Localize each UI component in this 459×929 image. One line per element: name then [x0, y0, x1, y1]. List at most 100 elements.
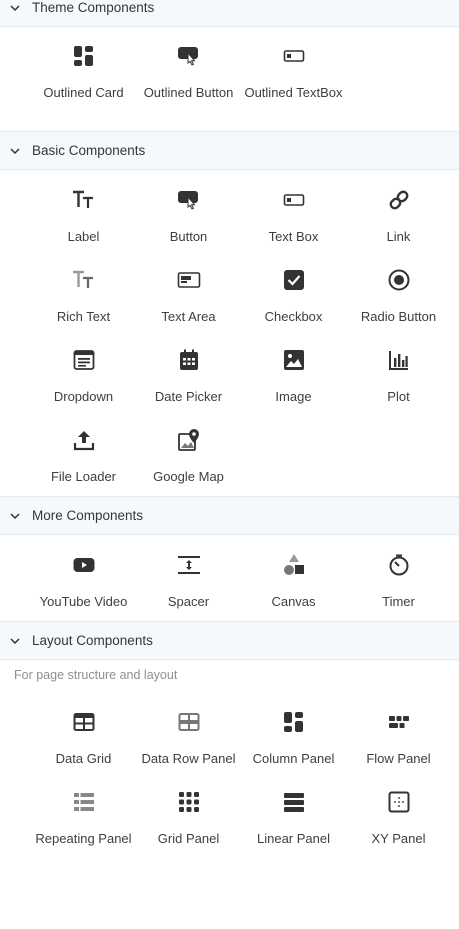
component-label-text: Canvas	[271, 594, 316, 609]
section-header-basic[interactable]: Basic Components	[0, 131, 459, 170]
bar-chart-icon	[387, 348, 411, 372]
component-timer[interactable]: Timer	[346, 545, 451, 625]
component-google-map[interactable]: Google Map	[136, 420, 241, 500]
component-label-text: Repeating Panel	[35, 831, 132, 846]
button-click-icon	[177, 188, 201, 212]
component-button[interactable]: Button	[136, 180, 241, 260]
image-icon	[282, 348, 306, 372]
section-title: More Components	[32, 508, 144, 523]
component-data-grid[interactable]: Data Grid	[31, 702, 136, 782]
component-file-loader[interactable]: File Loader	[31, 420, 136, 500]
component-data-row-panel[interactable]: Data Row Panel	[136, 702, 241, 782]
component-label-text: Dropdown	[53, 389, 114, 404]
component-label-text: Date Picker	[154, 389, 223, 404]
section-header-more[interactable]: More Components	[0, 496, 459, 535]
component-label-text: XY Panel	[371, 831, 426, 846]
component-linear-panel[interactable]: Linear Panel	[241, 782, 346, 862]
grid-dots-icon	[177, 790, 201, 814]
button-click-icon	[177, 44, 201, 68]
component-label-text: Timer	[382, 594, 415, 609]
dashboard-icon	[72, 44, 96, 68]
calendar-icon	[177, 348, 201, 372]
layout-hint: For page structure and layout	[14, 668, 178, 682]
section-header-layout[interactable]: Layout Components	[0, 621, 459, 660]
component-label: Outlined Button	[143, 85, 234, 100]
component-grid-panel[interactable]: Grid Panel	[136, 782, 241, 862]
component-label-text: Button	[169, 229, 208, 244]
list-icon	[72, 790, 96, 814]
upload-icon	[72, 428, 96, 452]
component-dropdown[interactable]: Dropdown	[31, 340, 136, 420]
component-label-text: Image	[275, 389, 312, 404]
radio-button-icon	[387, 268, 411, 292]
component-outlined-textbox[interactable]: Outlined TextBox	[241, 36, 346, 116]
checkbox-icon	[282, 268, 306, 292]
component-outlined-button[interactable]: Outlined Button	[136, 36, 241, 116]
table-icon	[72, 710, 96, 734]
section-title: Theme Components	[32, 0, 155, 15]
section-title: Basic Components	[32, 143, 146, 158]
text-size-icon	[72, 268, 96, 292]
component-label: Outlined Card	[43, 85, 124, 100]
chevron-down-icon	[8, 509, 22, 523]
component-label-text: File Loader	[50, 469, 117, 484]
component-label[interactable]: Label	[31, 180, 136, 260]
chevron-down-icon	[8, 1, 22, 15]
component-link[interactable]: Link	[346, 180, 451, 260]
component-spacer[interactable]: Spacer	[136, 545, 241, 625]
component-text-box[interactable]: Text Box	[241, 180, 346, 260]
text-area-icon	[177, 268, 201, 292]
component-label-text: Link	[386, 229, 411, 244]
text-size-icon	[72, 188, 96, 212]
chevron-down-icon	[8, 634, 22, 648]
component-label-text: YouTube Video	[39, 594, 128, 609]
component-flow-panel[interactable]: Flow Panel	[346, 702, 451, 782]
textbox-icon	[282, 188, 306, 212]
component-canvas[interactable]: Canvas	[241, 545, 346, 625]
section-title: Layout Components	[32, 633, 153, 648]
component-date-picker[interactable]: Date Picker	[136, 340, 241, 420]
chevron-down-icon	[8, 144, 22, 158]
stacked-bars-icon	[282, 790, 306, 814]
timer-icon	[387, 553, 411, 577]
component-repeating-panel[interactable]: Repeating Panel	[31, 782, 136, 862]
component-radio-button[interactable]: Radio Button	[346, 260, 451, 340]
xy-panel-icon	[387, 790, 411, 814]
component-outlined-card[interactable]: Outlined Card	[31, 36, 136, 116]
component-label-text: Linear Panel	[257, 831, 330, 846]
component-label-text: Text Box	[268, 229, 319, 244]
component-column-panel[interactable]: Column Panel	[241, 702, 346, 782]
component-label-text: Radio Button	[360, 309, 437, 324]
textbox-icon	[282, 44, 306, 68]
component-label-text: Label	[67, 229, 100, 244]
section-header-theme[interactable]: Theme Components	[0, 0, 459, 27]
component-checkbox[interactable]: Checkbox	[241, 260, 346, 340]
component-youtube-video[interactable]: YouTube Video	[31, 545, 136, 625]
component-xy-panel[interactable]: XY Panel	[346, 782, 451, 862]
component-label-text: Rich Text	[56, 309, 111, 324]
link-icon	[387, 188, 411, 212]
column-panel-icon	[282, 710, 306, 734]
component-rich-text[interactable]: Rich Text	[31, 260, 136, 340]
component-label-text: Plot	[387, 389, 410, 404]
youtube-icon	[72, 553, 96, 577]
component-label-text: Text Area	[161, 309, 216, 324]
component-label-text: Checkbox	[264, 309, 323, 324]
component-text-area[interactable]: Text Area	[136, 260, 241, 340]
component-image[interactable]: Image	[241, 340, 346, 420]
component-label-text: Data Grid	[55, 751, 112, 766]
component-label-text: Flow Panel	[366, 751, 431, 766]
component-label-text: Grid Panel	[157, 831, 220, 846]
flow-panel-icon	[387, 710, 411, 734]
dropdown-icon	[72, 348, 96, 372]
shapes-icon	[282, 553, 306, 577]
map-pin-icon	[177, 428, 201, 452]
data-row-icon	[177, 710, 201, 734]
component-label-text: Data Row Panel	[141, 751, 236, 766]
component-label-text: Column Panel	[252, 751, 335, 766]
component-label-text: Spacer	[167, 594, 210, 609]
spacer-icon	[177, 553, 201, 577]
component-label: Outlined TextBox	[244, 85, 343, 100]
component-label-text: Google Map	[153, 469, 224, 484]
component-plot[interactable]: Plot	[346, 340, 451, 420]
